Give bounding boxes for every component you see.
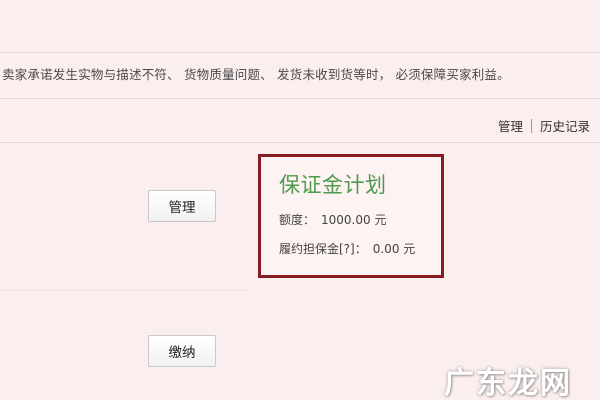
quota-value: 1000.00 元 bbox=[321, 213, 387, 227]
pay-button[interactable]: 缴纳 bbox=[148, 335, 216, 367]
seller-guarantee-notice: 卖家承诺发生实物与描述不符、 货物质量问题、 发货未收到货等时， 必须保障买家利… bbox=[2, 67, 510, 82]
link-separator bbox=[530, 118, 532, 133]
links-divider bbox=[0, 142, 600, 143]
deposit-label: 履约担保金[?]： bbox=[279, 242, 367, 256]
site-watermark: 广东龙网 bbox=[444, 366, 572, 400]
deposit-plan-panel: 保证金计划 额度： 1000.00 元 履约担保金[?]： 0.00 元 bbox=[258, 154, 444, 278]
quota-label: 额度： bbox=[279, 213, 316, 227]
notice-divider bbox=[0, 98, 600, 99]
quota-row: 额度： 1000.00 元 bbox=[279, 211, 386, 228]
section-divider bbox=[0, 290, 250, 291]
top-divider bbox=[0, 52, 600, 53]
deposit-row: 履约担保金[?]： 0.00 元 bbox=[279, 240, 415, 257]
history-link[interactable]: 历史记录 bbox=[540, 116, 590, 135]
header-links: 管理 历史记录 bbox=[498, 116, 590, 135]
manage-button[interactable]: 管理 bbox=[148, 190, 216, 222]
deposit-plan-logo: 保证金计划 bbox=[279, 173, 387, 197]
manage-link[interactable]: 管理 bbox=[498, 116, 523, 135]
deposit-value: 0.00 元 bbox=[372, 242, 416, 256]
